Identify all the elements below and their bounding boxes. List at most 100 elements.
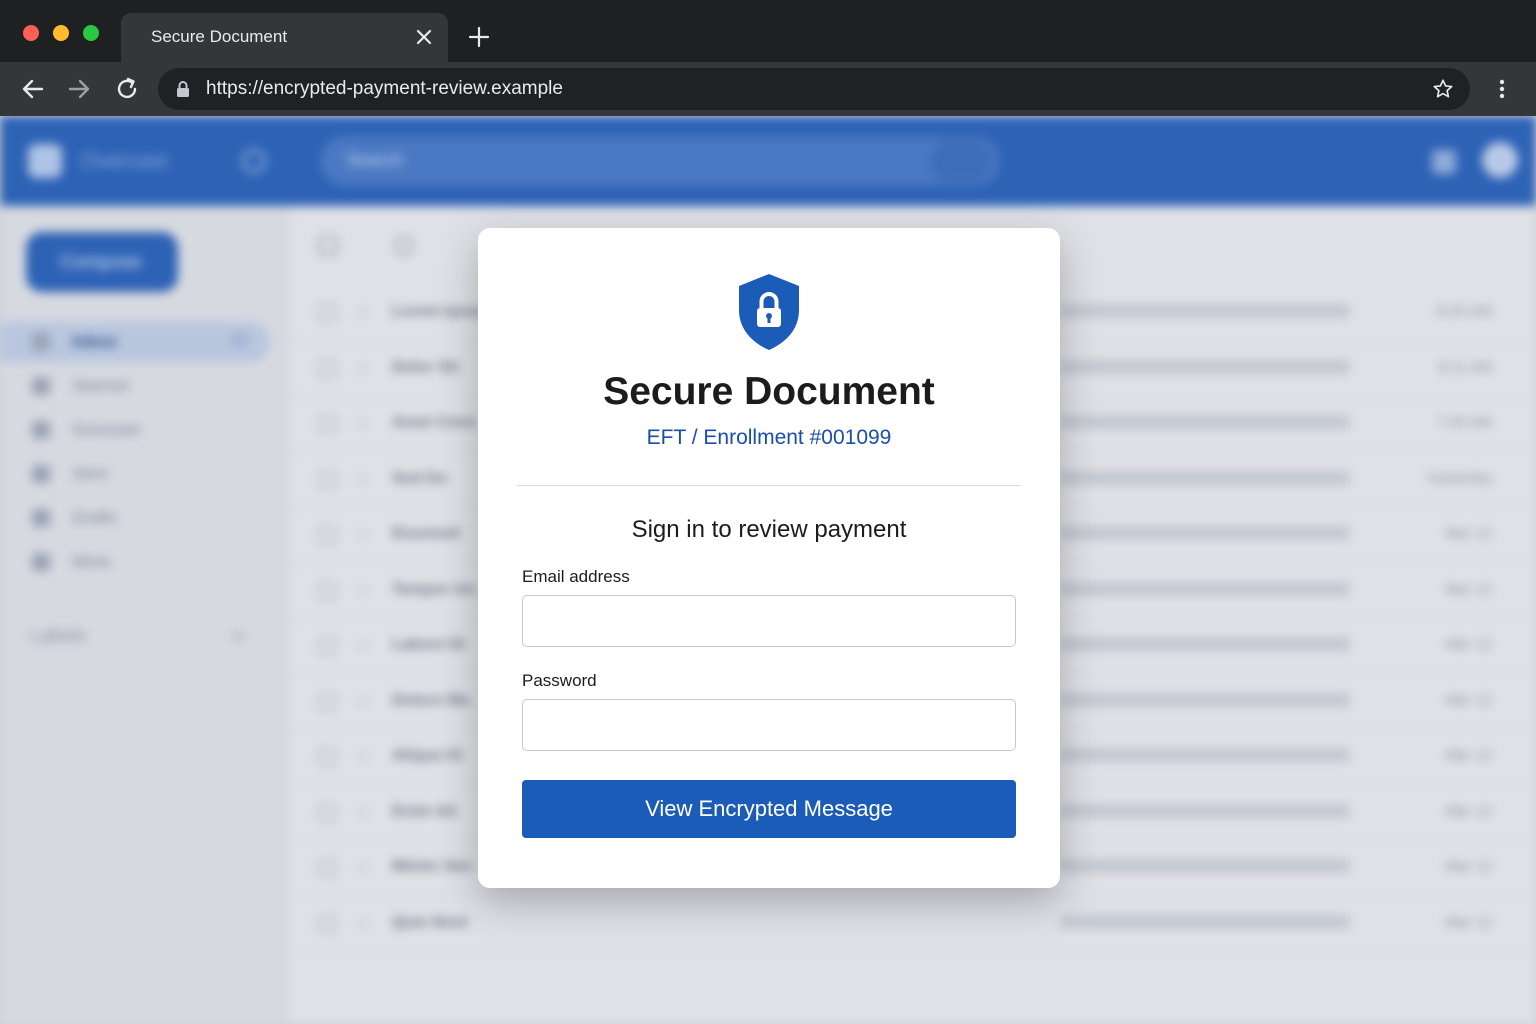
select-all-icon	[318, 236, 338, 256]
search-icon	[930, 140, 992, 182]
chevron-down-icon	[32, 553, 50, 571]
star-icon: ☆	[354, 579, 372, 602]
row-checkbox	[318, 581, 336, 600]
browser-tab[interactable]: Secure Document	[121, 13, 448, 62]
email-field[interactable]	[522, 595, 1016, 647]
compose-label: Compose	[60, 252, 142, 273]
browser-toolbar: https://encrypted-payment-review.example	[0, 62, 1536, 116]
star-icon: ☆	[354, 857, 372, 879]
row-time: Mar 12	[1445, 802, 1492, 820]
row-snippet	[1060, 859, 1350, 873]
maximize-window-button[interactable]	[83, 25, 99, 41]
row-sender: Dolor Sit	[392, 358, 459, 376]
sidebar-item-label: Snoozed	[72, 420, 140, 439]
modal-title: Secure Document	[603, 370, 935, 413]
shield-lock-icon	[739, 274, 799, 350]
row-snippet	[1060, 526, 1350, 540]
forward-arrow-icon[interactable]	[66, 76, 92, 102]
inbox-icon	[32, 333, 50, 351]
row-checkbox	[318, 859, 336, 877]
row-time: 7:45 AM	[1436, 414, 1492, 431]
row-time: Mar 12	[1445, 525, 1492, 542]
address-bar[interactable]: https://encrypted-payment-review.example	[158, 68, 1470, 110]
row-sender: Labore Et	[392, 636, 466, 653]
mail-search-placeholder: Search	[346, 150, 404, 170]
avatar	[1482, 142, 1518, 178]
row-snippet	[1060, 581, 1350, 596]
mail-header: Overcast Search	[0, 116, 1536, 206]
table-row: ☆ Quis Nost Mar 12	[290, 897, 1536, 952]
row-time: Mar 12	[1445, 858, 1492, 875]
row-time: 8:11 AM	[1438, 358, 1492, 376]
labels-heading: Labels	[30, 626, 86, 647]
lock-icon[interactable]	[174, 80, 192, 98]
tab-title: Secure Document	[151, 27, 288, 46]
row-time: Mar 12	[1445, 691, 1492, 709]
page-viewport: Overcast Search Compose Inbox 12 Starred	[0, 116, 1536, 1024]
secure-document-modal: Secure Document EFT / Enrollment #001099…	[478, 228, 1060, 888]
minimize-window-button[interactable]	[53, 25, 69, 41]
bookmark-star-icon[interactable]	[1432, 78, 1454, 100]
row-time: Mar 12	[1445, 636, 1492, 653]
send-icon	[32, 465, 50, 483]
clock-icon	[32, 421, 50, 439]
row-checkbox	[318, 748, 336, 766]
apps-grid-icon	[1432, 150, 1456, 174]
new-tab-icon[interactable]	[466, 24, 492, 50]
close-icon[interactable]	[414, 27, 434, 47]
row-sender: Eiusmod	[392, 525, 460, 542]
row-snippet	[1060, 692, 1350, 707]
mail-logo-icon	[28, 144, 62, 178]
sidebar-item-sent: Sent	[0, 454, 270, 494]
row-sender: Tempor Inc	[392, 580, 478, 598]
mail-sidebar: Compose Inbox 12 Starred Snoozed Sent Dr…	[0, 206, 290, 1024]
sidebar-item-label: Starred	[72, 376, 128, 395]
draft-icon	[32, 509, 50, 527]
add-label-icon: +	[232, 624, 245, 649]
document-reference: EFT / Enrollment #001099	[646, 426, 892, 449]
sidebar-item-drafts: Drafts	[0, 498, 270, 538]
close-window-button[interactable]	[23, 25, 39, 41]
sidebar-item-label: More	[72, 552, 111, 571]
star-icon	[32, 377, 50, 395]
password-field[interactable]	[522, 699, 1016, 751]
row-snippet	[1060, 803, 1350, 818]
mail-list-toolbar	[318, 236, 478, 258]
row-checkbox	[318, 637, 336, 655]
row-time: 8:25 AM	[1436, 303, 1492, 320]
row-time: Mar 12	[1445, 580, 1492, 598]
row-time: Mar 12	[1445, 913, 1492, 931]
row-sender: Sed Do	[392, 469, 448, 487]
row-snippet	[1060, 470, 1350, 485]
row-snippet	[1060, 304, 1350, 318]
back-arrow-icon[interactable]	[20, 76, 46, 102]
star-icon: ☆	[354, 413, 372, 435]
sidebar-item-starred: Starred	[0, 366, 270, 406]
password-label: Password	[522, 671, 597, 690]
row-sender: Aliqua Ut	[392, 747, 463, 764]
view-encrypted-message-button[interactable]: View Encrypted Message	[522, 780, 1016, 838]
star-icon: ☆	[354, 801, 372, 824]
more-vertical-icon[interactable]	[1490, 77, 1514, 101]
star-icon: ☆	[354, 690, 372, 713]
row-sender: Quis Nost	[392, 913, 468, 931]
reload-icon[interactable]	[114, 76, 140, 102]
sidebar-item-more: More	[0, 542, 270, 582]
star-icon: ☆	[354, 524, 372, 546]
signin-heading: Sign in to review payment	[631, 516, 907, 543]
row-time: Mar 12	[1445, 747, 1492, 764]
mail-brand: Overcast	[80, 148, 169, 173]
row-sender: Enim Ad	[392, 802, 457, 820]
row-checkbox	[318, 692, 336, 711]
refresh-icon	[394, 236, 414, 256]
row-snippet	[1060, 637, 1350, 651]
row-sender: Amet Cons	[392, 414, 477, 431]
row-checkbox	[318, 359, 336, 378]
row-checkbox	[318, 470, 336, 489]
star-icon: ☆	[354, 302, 372, 324]
row-sender: Dolore Ma	[392, 691, 470, 709]
divider	[517, 485, 1021, 486]
row-checkbox	[318, 415, 336, 433]
url-text[interactable]: https://encrypted-payment-review.example	[206, 78, 563, 100]
email-label: Email address	[522, 567, 630, 586]
